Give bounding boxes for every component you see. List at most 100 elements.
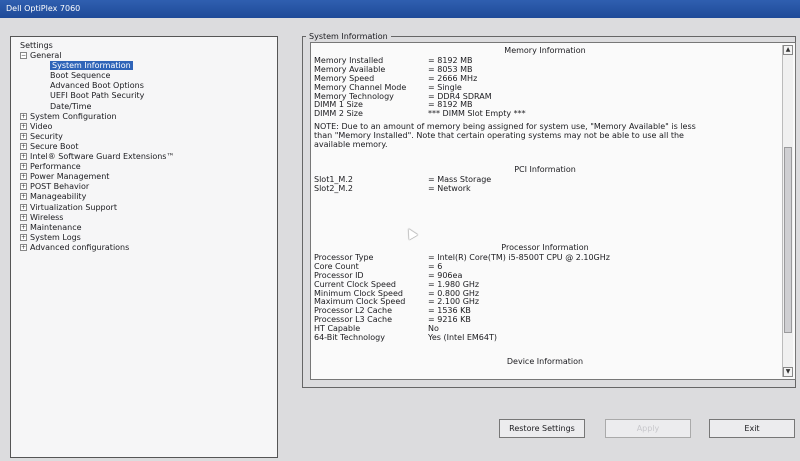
expand-plus-icon[interactable]: + [20, 233, 27, 241]
info-row: HT Capable No [314, 324, 776, 333]
info-value: = Network [428, 184, 471, 194]
expand-plus-icon[interactable]: + [20, 223, 27, 231]
scroll-up-icon[interactable]: ▲ [783, 45, 793, 55]
restore-settings-button[interactable]: Restore Settings [499, 419, 585, 438]
tree-item[interactable]: Date/Time [20, 102, 174, 112]
tree-item[interactable]: + Intel® Software Guard Extensions™ [20, 152, 174, 162]
expand-plus-icon[interactable]: + [20, 183, 27, 191]
info-value: = 2666 MHz [428, 73, 478, 83]
tree-item[interactable]: Advanced Boot Options [20, 81, 174, 91]
settings-tree-pane: Settings − General System Information Boot … [10, 36, 278, 458]
tree-item[interactable]: + Wireless [20, 213, 174, 223]
expand-plus-icon[interactable]: + [20, 243, 27, 251]
tree-root-text: Settings [20, 41, 53, 50]
tree-item-label: Performance [30, 162, 81, 172]
scroll-down-icon[interactable]: ▼ [783, 367, 793, 377]
tree-item-label: General [30, 51, 62, 61]
info-row: DIMM 2 Size *** DIMM Slot Empty *** [314, 109, 776, 118]
info-key: 64-Bit Technology [314, 333, 385, 343]
info-value: No [428, 324, 439, 334]
tree-item-label: Power Management [30, 172, 110, 182]
info-row: Slot1_M.2 = Mass Storage [314, 175, 776, 184]
tree-item[interactable]: + Virtualization Support [20, 203, 174, 213]
tree-item-label: Advanced configurations [30, 242, 130, 252]
window-title-bar: Dell OptiPlex 7060 [0, 0, 800, 18]
tree-item-label: Date/Time [50, 101, 92, 111]
info-row: Slot2_M.2 = Network [314, 184, 776, 193]
tree-item-label: Maintenance [30, 222, 82, 232]
info-row: Core Count = 6 [314, 262, 776, 271]
info-key: DIMM 1 Size [314, 100, 363, 110]
info-value: = 906ea [428, 270, 463, 280]
processor-section-title: Processor Information [501, 243, 589, 253]
tree-item-label: Security [30, 131, 63, 141]
tree-item[interactable]: + Advanced configurations [20, 243, 174, 253]
info-row: Processor L3 Cache = 9216 KB [314, 315, 776, 324]
info-key: DIMM 2 Size [314, 109, 363, 119]
expand-plus-icon[interactable]: + [20, 203, 27, 211]
info-row: Minimum Clock Speed = 0.800 GHz [314, 289, 776, 298]
tree-item-label: Boot Sequence [50, 71, 111, 81]
collapse-minus-icon[interactable]: − [20, 52, 27, 60]
tree-item[interactable]: + Video [20, 122, 174, 132]
memory-note: NOTE: Due to an amount of memory being a… [314, 122, 696, 150]
tree-item-label: Virtualization Support [30, 202, 117, 212]
expand-plus-icon[interactable]: + [20, 153, 27, 161]
tree-item[interactable]: + System Logs [20, 233, 174, 243]
info-row: Memory Channel Mode = Single [314, 83, 776, 92]
info-row: 64-Bit Technology Yes (Intel EM64T) [314, 333, 776, 342]
tree-item-label: Wireless [30, 212, 64, 222]
tree-item[interactable]: UEFI Boot Path Security [20, 91, 174, 101]
info-key: Memory Channel Mode [314, 82, 407, 92]
info-key: Memory Technology [314, 91, 394, 101]
expand-plus-icon[interactable]: + [20, 163, 27, 171]
info-value: = 8192 MB [428, 56, 473, 65]
info-key: HT Capable [314, 324, 361, 334]
tree-item[interactable]: + POST Behavior [20, 182, 174, 192]
expand-plus-icon[interactable]: + [20, 193, 27, 201]
apply-button[interactable]: Apply [605, 419, 691, 438]
info-value: *** DIMM Slot Empty *** [428, 109, 526, 119]
panel-title: System Information [306, 32, 391, 41]
tree-item[interactable]: + Power Management [20, 172, 174, 182]
info-key: Memory Speed [314, 73, 375, 83]
info-value: = Intel(R) Core(TM) i5-8500T CPU @ 2.10G… [428, 253, 610, 263]
info-row: Processor ID = 906ea [314, 271, 776, 280]
tree-item[interactable]: + Manageability [20, 192, 174, 202]
tree-item[interactable]: System Information [20, 61, 174, 71]
system-information-content: Memory Information Memory Installed = 819… [310, 42, 796, 380]
info-value: = 8053 MB [428, 64, 473, 74]
tree-item-label: System Logs [30, 232, 81, 242]
expand-plus-icon[interactable]: + [20, 122, 27, 130]
tree-item-label: System Configuration [30, 111, 117, 121]
tree-item[interactable]: + System Configuration [20, 112, 174, 122]
expand-plus-icon[interactable]: + [20, 173, 27, 181]
tree-root-label: Settings [20, 41, 174, 51]
expand-plus-icon[interactable]: + [20, 112, 27, 120]
tree-item-label: UEFI Boot Path Security [50, 91, 145, 101]
tree-item[interactable]: + Secure Boot [20, 142, 174, 152]
tree-item-label: Intel® Software Guard Extensions™ [30, 152, 175, 162]
exit-button[interactable]: Exit [709, 419, 795, 438]
scroll-thumb[interactable] [784, 147, 792, 333]
info-value: = Single [428, 82, 462, 92]
info-row: Maximum Clock Speed = 2.100 GHz [314, 297, 776, 306]
tree-item-label: POST Behavior [30, 182, 90, 192]
info-key: Maximum Clock Speed [314, 297, 406, 307]
tree-item[interactable]: − General [20, 51, 174, 61]
info-key: Memory Installed [314, 56, 384, 65]
tree-item[interactable]: Boot Sequence [20, 71, 174, 81]
expand-plus-icon[interactable]: + [20, 132, 27, 140]
info-value: = 0.800 GHz [428, 288, 480, 298]
tree-item[interactable]: + Security [20, 132, 174, 142]
tree-item[interactable]: + Maintenance [20, 223, 174, 233]
expand-plus-icon[interactable]: + [20, 142, 27, 150]
info-value: = 1.980 GHz [428, 279, 480, 289]
info-value: = 2.100 GHz [428, 297, 480, 307]
vertical-scrollbar[interactable]: ▲ ▼ [782, 45, 793, 377]
tree-item[interactable]: + Performance [20, 162, 174, 172]
info-value: = DDR4 SDRAM [428, 91, 492, 101]
expand-plus-icon[interactable]: + [20, 213, 27, 221]
info-value: = 8192 MB [428, 100, 473, 110]
info-row: Current Clock Speed = 1.980 GHz [314, 280, 776, 289]
